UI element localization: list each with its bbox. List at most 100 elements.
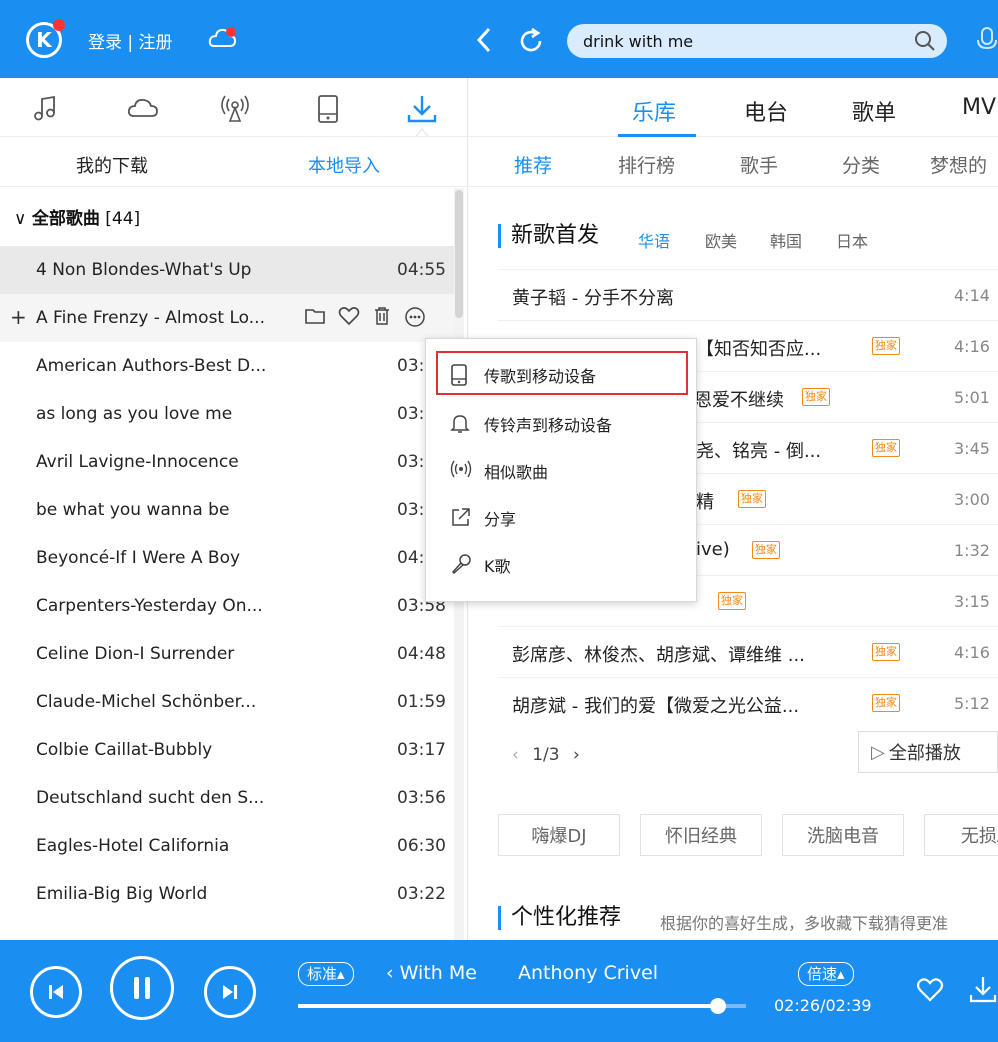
song-name: 恩爱不继续 — [694, 390, 784, 411]
tab-charts[interactable]: 排行榜 — [618, 151, 675, 178]
add-icon[interactable]: + — [10, 305, 27, 329]
pause-button[interactable] — [110, 956, 174, 1020]
now-playing-artist[interactable]: Anthony Crivel — [518, 962, 658, 984]
chevron-down-icon[interactable]: ∨ — [14, 209, 26, 229]
song-duration: 1:32 — [954, 541, 990, 560]
genre-button-edm[interactable]: 洗脑电音 — [782, 814, 904, 856]
song-title: Claude-Michel Schönber... — [36, 692, 257, 712]
top-bar: K 登录 | 注册 drink with me — [0, 0, 998, 78]
menu-item-label: K歌 — [484, 557, 511, 576]
list-item[interactable]: Deutschland sucht den S... 03:56 — [0, 774, 455, 822]
previous-icon — [49, 985, 63, 999]
progress-knob[interactable] — [709, 998, 726, 1014]
search-icon[interactable] — [913, 29, 937, 57]
list-item[interactable]: Carpenters-Yesterday On... 03:58 — [0, 582, 455, 630]
heart-icon[interactable] — [338, 306, 360, 333]
voice-search-icon[interactable] — [976, 26, 998, 58]
tab-dream[interactable]: 梦想的 — [930, 151, 987, 178]
song-duration: 5:12 — [954, 694, 990, 713]
row-actions — [304, 306, 426, 333]
exclusive-badge: 独家 — [752, 541, 780, 559]
menu-item-share[interactable]: 分享 — [426, 493, 698, 539]
tab-my-downloads[interactable]: 我的下载 — [76, 152, 148, 178]
download-icon[interactable] — [968, 975, 998, 1009]
menu-item-transfer-song[interactable]: 传歌到移动设备 — [436, 351, 688, 395]
pager: ‹ 1/3 › — [512, 745, 580, 765]
tag-chinese[interactable]: 华语 — [638, 228, 670, 252]
scrollbar-thumb[interactable] — [455, 190, 463, 318]
tab-playlists[interactable]: 歌单 — [852, 95, 896, 127]
more-icon[interactable] — [404, 306, 426, 333]
play-time: 02:26/02:39 — [774, 996, 872, 1015]
speed-selector[interactable]: 倍速▴ — [798, 962, 854, 986]
tab-categories[interactable]: 分类 — [842, 151, 880, 178]
tab-local-import[interactable]: 本地导入 — [308, 152, 380, 178]
song-duration: 03:17 — [397, 740, 446, 760]
folder-icon[interactable] — [304, 306, 326, 333]
tag-western[interactable]: 欧美 — [705, 228, 737, 252]
cloud-sync-icon[interactable] — [208, 24, 238, 56]
list-item[interactable]: Beyoncé-If I Were A Boy 04: — [0, 534, 455, 582]
radio-icon[interactable] — [218, 94, 252, 128]
tab-recommend[interactable]: 推荐 — [514, 151, 552, 178]
tab-mv[interactable]: MV — [962, 95, 996, 120]
song-duration: 3:45 — [954, 439, 990, 458]
menu-item-transfer-ringtone[interactable]: 传铃声到移动设备 — [426, 399, 698, 445]
list-item[interactable]: 黄子韬 - 分手不分离 4:14 — [498, 269, 998, 320]
list-item[interactable]: be what you wanna be 03: — [0, 486, 455, 534]
tag-japanese[interactable]: 日本 — [836, 228, 868, 252]
list-item[interactable]: as long as you love me 03: — [0, 390, 455, 438]
search-input[interactable]: drink with me — [583, 32, 693, 51]
share-icon — [450, 506, 472, 532]
back-icon[interactable] — [474, 26, 496, 58]
list-item[interactable]: Claude-Michel Schönber... 01:59 — [0, 678, 455, 726]
list-item[interactable]: Colbie Caillat-Bubbly 03:17 — [0, 726, 455, 774]
list-item[interactable]: Celine Dion-I Surrender 04:48 — [0, 630, 455, 678]
music-note-icon[interactable] — [32, 94, 60, 126]
list-item[interactable]: American Authors-Best D... 03: — [0, 342, 455, 390]
exclusive-badge: 独家 — [802, 388, 830, 406]
list-item[interactable]: Emilia-Big Big World 03:22 — [0, 870, 455, 918]
tab-radio[interactable]: 电台 — [744, 95, 788, 127]
now-playing-title: ‹ With Me — [386, 962, 477, 984]
radio-wave-icon — [450, 459, 472, 483]
heart-icon[interactable] — [916, 977, 944, 1007]
login-register-link[interactable]: 登录 | 注册 — [88, 28, 173, 53]
trash-icon[interactable] — [372, 306, 392, 333]
tab-singers[interactable]: 歌手 — [740, 151, 778, 178]
cloud-icon[interactable] — [126, 94, 160, 126]
menu-item-similar-songs[interactable]: 相似歌曲 — [426, 446, 698, 492]
device-icon[interactable] — [316, 94, 340, 128]
chevron-left-icon[interactable]: ‹ — [512, 745, 519, 765]
genre-button-lossless[interactable]: 无损A — [924, 814, 998, 856]
refresh-icon[interactable] — [516, 26, 546, 60]
menu-item-karaoke[interactable]: K歌 — [426, 540, 698, 586]
search-box[interactable]: drink with me — [567, 24, 947, 58]
download-icon[interactable] — [406, 94, 438, 140]
song-group-header[interactable]: ∨ 全部歌曲 [44] — [14, 204, 140, 229]
list-item[interactable]: 4 Non Blondes-What's Up 04:55 — [0, 246, 455, 294]
app-logo[interactable]: K — [26, 19, 65, 58]
list-item[interactable]: 胡彦斌 - 我们的爱【微爱之光公益... 独家 5:12 — [498, 677, 998, 728]
list-item[interactable]: + A Fine Frenzy - Almost Lo... — [0, 294, 455, 342]
genre-button-classic[interactable]: 怀旧经典 — [640, 814, 762, 856]
progress-bar[interactable] — [298, 998, 746, 1014]
song-duration: 4:16 — [954, 337, 990, 356]
quality-selector[interactable]: 标准▴ — [298, 962, 354, 986]
previous-button[interactable] — [30, 966, 82, 1018]
list-item[interactable]: Eagles-Hotel California 06:30 — [0, 822, 455, 870]
exclusive-badge: 独家 — [738, 490, 766, 508]
chevron-right-icon[interactable]: › — [573, 745, 580, 765]
notification-dot — [53, 19, 65, 31]
tag-korean[interactable]: 韩国 — [770, 228, 802, 252]
list-item[interactable]: Avril Lavigne-Innocence 03: — [0, 438, 455, 486]
song-duration: 5:01 — [954, 388, 990, 407]
personal-recommend-subtitle: 根据你的喜好生成，多收藏下载猜得更准 — [660, 914, 949, 933]
next-button[interactable] — [204, 966, 256, 1018]
song-title: be what you wanna be — [36, 500, 230, 520]
play-all-button[interactable]: ▷ 全部播放 — [858, 731, 998, 773]
tab-library[interactable]: 乐库 — [632, 95, 676, 127]
list-item[interactable]: 彭席彦、林俊杰、胡彦斌、谭维维 ... 独家 4:16 — [498, 626, 998, 677]
genre-button-dj[interactable]: 嗨爆DJ — [498, 814, 620, 856]
song-name: 黄子韬 - 分手不分离 — [512, 288, 674, 309]
